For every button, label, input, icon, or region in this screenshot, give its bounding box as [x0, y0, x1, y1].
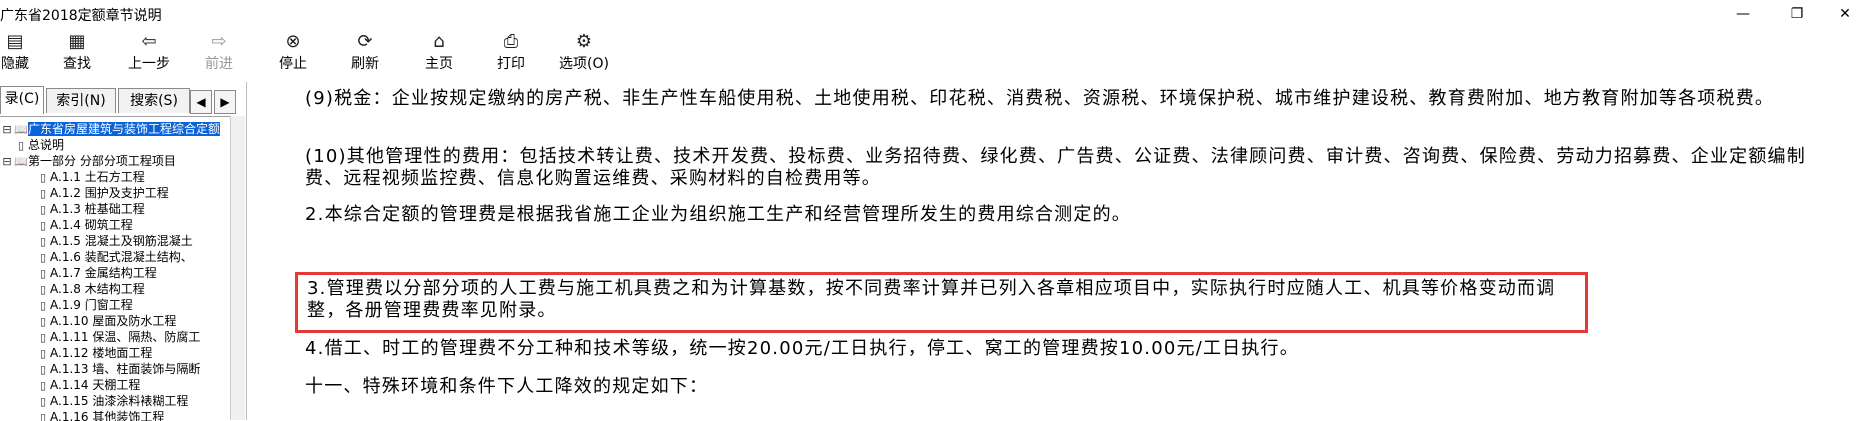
minimize-button[interactable]: — [1720, 0, 1766, 28]
tree-node[interactable]: ▯ 总说明 [14, 137, 64, 153]
paragraph-3: 3.管理费以分部分项的人工费与施工机具费之和为计算基数，按不同费率计算并已列入各… [307, 278, 1556, 321]
tree-node[interactable]: ▯ A.1.10 屋面及防水工程 [36, 313, 176, 329]
window-title: 广东省2018定额章节说明 [0, 8, 162, 24]
tree-node[interactable]: ▯ A.1.4 砌筑工程 [36, 217, 133, 233]
title-bar: 广东省2018定额章节说明 — ❐ ✕ [0, 0, 1857, 28]
tree-node[interactable]: ⊟ 📖第一部分 分部分项工程项目 [0, 153, 175, 170]
home-icon: ⌂ [433, 31, 445, 52]
page-icon: ▯ [39, 283, 47, 296]
refresh-button[interactable]: ⟳ 刷新 [338, 31, 392, 75]
tree-node[interactable]: ▯ A.1.11 保温、隔热、防腐工 [36, 329, 200, 345]
page-icon: ▯ [39, 379, 47, 392]
back-arrow-icon: ⇦ [141, 31, 157, 52]
page-icon: ▯ [39, 203, 47, 216]
page-icon: ▯ [39, 395, 47, 408]
restore-button[interactable]: ❐ [1774, 0, 1820, 28]
collapse-icon[interactable]: ⊟ [0, 154, 14, 170]
tree-node[interactable]: ▯ A.1.6 装配式混凝土结构、 [36, 249, 193, 265]
page-icon: ▯ [39, 347, 47, 360]
paragraph-4: 4.借工、时工的管理费不分工种和技术等级，统一按20.00元/工日执行，停工、窝… [305, 338, 1299, 359]
tab-scroll-right-icon[interactable]: ▶ [214, 90, 236, 114]
tree-node[interactable]: ▯ A.1.5 混凝土及钢筋混凝土 [36, 233, 193, 249]
contents-tree: ⊟ 📖广东省房屋建筑与装饰工程综合定额 ▯ 总说明 ⊟ 📖第一部分 分部分项工程项目 … [0, 116, 230, 421]
close-button[interactable]: ✕ [1822, 0, 1857, 28]
page-icon: ▯ [39, 171, 47, 184]
navigation-pane: 录(C) 索引(N) 搜索(S) ◀ ▶ ⊟ 📖广东省房屋建筑与装饰工程综合定额 … [0, 82, 244, 421]
pane-splitter[interactable] [230, 116, 245, 420]
back-button[interactable]: ⇦ 上一步 [118, 31, 180, 75]
hide-icon: ▤ [6, 31, 24, 52]
find-button[interactable]: ▦ 查找 [50, 31, 104, 75]
stop-icon: ⊗ [285, 31, 301, 52]
page-icon: ▯ [39, 331, 47, 344]
tree-root-node[interactable]: ⊟ 📖广东省房屋建筑与装饰工程综合定额 [0, 121, 221, 138]
collapse-icon[interactable]: ⊟ [0, 122, 14, 138]
tab-search[interactable]: 搜索(S) [118, 88, 190, 113]
refresh-icon: ⟳ [357, 31, 373, 52]
print-icon: ⎙ [503, 31, 519, 52]
tree-node[interactable]: ▯ A.1.2 围护及支护工程 [36, 185, 169, 201]
paragraph-2: 2.本综合定额的管理费是根据我省施工企业为组织施工生产和经营管理所发生的费用综合… [305, 204, 1131, 225]
toolbar: ▤ 隐藏 ▦ 查找 ⇦ 上一步 ⇨ 前进 ⊗ 停止 ⟳ 刷新 ⌂ 主页 ⎙ 打印… [0, 28, 1857, 76]
paragraph-other-fees: (10)其他管理性的费用：包括技术转让费、技术开发费、投标费、业务招待费、绿化费… [305, 146, 1806, 189]
tree-node[interactable]: ▯ A.1.15 油漆涂料裱糊工程 [36, 393, 188, 409]
book-open-icon: 📖 [14, 123, 28, 136]
forward-button[interactable]: ⇨ 前进 [192, 31, 246, 75]
find-icon: ▦ [68, 31, 86, 52]
hide-button[interactable]: ▤ 隐藏 [0, 31, 30, 75]
tab-scroll-left-icon[interactable]: ◀ [190, 90, 212, 114]
stop-button[interactable]: ⊗ 停止 [266, 31, 320, 75]
tree-node[interactable]: ▯ A.1.7 金属结构工程 [36, 265, 157, 281]
tree-node[interactable]: ▯ A.1.3 桩基础工程 [36, 201, 145, 217]
page-icon: ▯ [39, 363, 47, 376]
page-icon: ▯ [39, 267, 47, 280]
page-icon: ▯ [39, 251, 47, 264]
book-open-icon: 📖 [14, 155, 28, 168]
paragraph-tax: (9)税金：企业按规定缴纳的房产税、非生产性车船使用税、土地使用税、印花税、消费… [305, 88, 1775, 109]
page-icon: ▯ [39, 315, 47, 328]
forward-arrow-icon: ⇨ [211, 31, 227, 52]
tree-node[interactable]: ▯ A.1.14 天棚工程 [36, 377, 140, 393]
tree-node[interactable]: ▯ A.1.8 木结构工程 [36, 281, 145, 297]
page-icon: ▯ [39, 411, 47, 421]
options-button[interactable]: ⚙ 选项(O) [552, 31, 616, 75]
tree-node[interactable]: ▯ A.1.1 土石方工程 [36, 169, 145, 185]
tab-contents[interactable]: 录(C) [0, 86, 44, 114]
section-heading: 十一、特殊环境和条件下人工降效的规定如下： [305, 376, 709, 397]
page-icon: ▯ [39, 235, 47, 248]
nav-tabs: 录(C) 索引(N) 搜索(S) ◀ ▶ [0, 86, 244, 114]
page-icon: ▯ [17, 139, 25, 152]
page-icon: ▯ [39, 187, 47, 200]
options-icon: ⚙ [575, 31, 593, 52]
home-button[interactable]: ⌂ 主页 [412, 31, 466, 75]
page-icon: ▯ [39, 219, 47, 232]
document-content: (9)税金：企业按规定缴纳的房产税、非生产性车船使用税、土地使用税、印花税、消费… [246, 82, 1857, 420]
tree-node[interactable]: ▯ A.1.16 其他装饰工程 [36, 409, 164, 421]
print-button[interactable]: ⎙ 打印 [484, 31, 538, 75]
tree-node[interactable]: ▯ A.1.9 门窗工程 [36, 297, 133, 313]
tree-node[interactable]: ▯ A.1.12 楼地面工程 [36, 345, 152, 361]
page-icon: ▯ [39, 299, 47, 312]
tab-index[interactable]: 索引(N) [46, 88, 116, 113]
tree-node[interactable]: ▯ A.1.13 墙、柱面装饰与隔断 [36, 361, 200, 377]
